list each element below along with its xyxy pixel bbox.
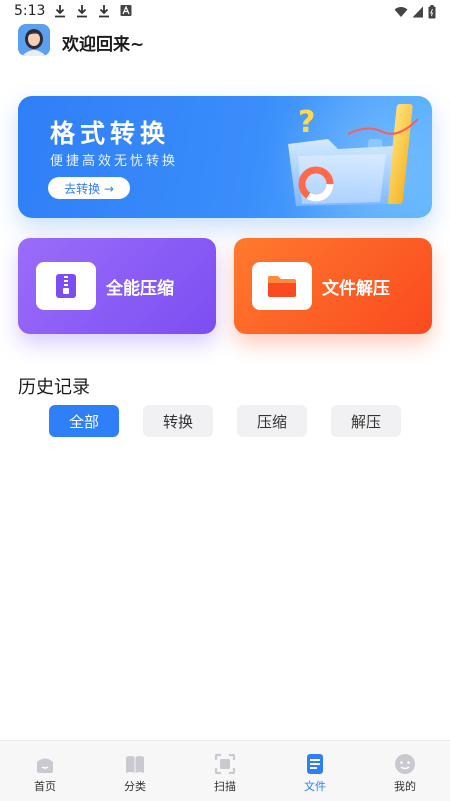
- scan-icon: [214, 753, 236, 775]
- avatar[interactable]: [18, 24, 50, 56]
- nav-home-label: 首页: [34, 780, 56, 793]
- a-icon: [120, 5, 132, 16]
- compress-card[interactable]: 全能压缩: [18, 238, 216, 334]
- document-icon: [307, 754, 323, 774]
- bottom-nav: 首页 分类 扫描 文件 我的: [0, 740, 450, 801]
- nav-mine-label: 我的: [394, 780, 416, 793]
- extract-label: 文件解压: [322, 279, 390, 299]
- nav-files-label: 文件: [304, 780, 326, 793]
- nav-scan-label: 扫描: [214, 780, 236, 793]
- status-time: 5:13: [14, 3, 46, 19]
- compress-label: 全能压缩: [106, 279, 174, 299]
- download-icon: [99, 5, 109, 18]
- tab-compress[interactable]: 压缩: [237, 405, 307, 437]
- go-convert-label: 去转换 →: [64, 181, 114, 196]
- zip-file-icon: [56, 274, 76, 298]
- svg-text:?: ?: [298, 105, 315, 140]
- nav-scan[interactable]: 扫描: [195, 741, 255, 801]
- download-icon: [55, 5, 65, 18]
- tab-extract[interactable]: 解压: [331, 405, 401, 437]
- welcome-text: 欢迎回来~: [62, 35, 145, 55]
- tab-all[interactable]: 全部: [49, 405, 119, 437]
- battery-icon: [428, 5, 436, 19]
- folder-chart-illustration-icon: ?: [288, 104, 419, 206]
- zip-icon-box: [36, 262, 96, 310]
- status-icons: [394, 5, 436, 19]
- nav-files[interactable]: 文件: [285, 741, 345, 801]
- book-icon: [126, 756, 144, 773]
- nav-mine[interactable]: 我的: [375, 741, 435, 801]
- nav-category-label: 分类: [124, 780, 146, 793]
- folder-icon-box: [252, 262, 312, 310]
- nav-home[interactable]: 首页: [15, 741, 75, 801]
- extract-card[interactable]: 文件解压: [234, 238, 432, 334]
- tab-convert[interactable]: 转换: [143, 405, 213, 437]
- history-title: 历史记录: [18, 377, 90, 398]
- banner-subtitle: 便捷高效无忧转换: [50, 154, 179, 169]
- avatar-illustration-icon: [18, 24, 50, 56]
- nav-category[interactable]: 分类: [105, 741, 165, 801]
- wifi-icon: [394, 7, 408, 17]
- status-bar: 5:13: [0, 0, 450, 24]
- history-tabs: 全部 转换 压缩 解压: [49, 405, 401, 437]
- folder-icon: [268, 276, 296, 297]
- download-icon: [77, 5, 87, 18]
- format-convert-banner[interactable]: 格式转换 便捷高效无忧转换 去转换 → ?: [18, 96, 432, 218]
- banner-title: 格式转换: [50, 119, 171, 148]
- profile-icon: [395, 754, 415, 774]
- go-convert-button[interactable]: 去转换 →: [48, 177, 130, 199]
- home-icon: [37, 758, 53, 773]
- signal-icon: [412, 6, 423, 18]
